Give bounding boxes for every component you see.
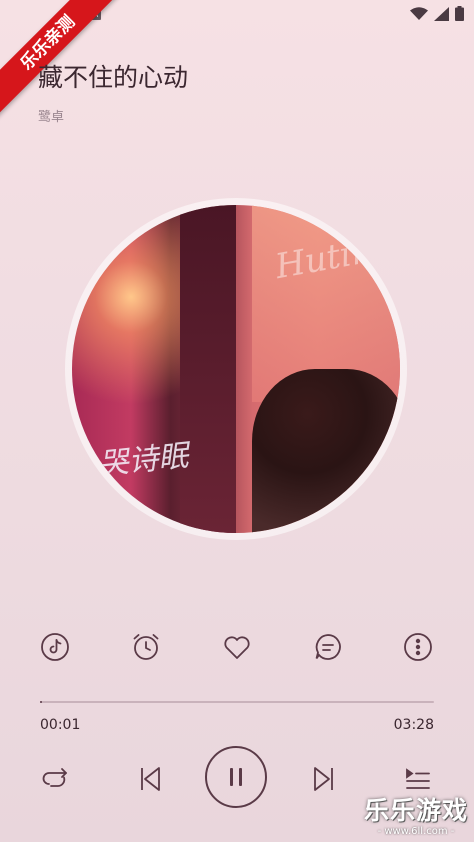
- song-title: 藏不住的心动: [38, 63, 189, 92]
- repeat-button[interactable]: [36, 759, 76, 799]
- album-art[interactable]: Hutim 哭诗眠: [72, 205, 400, 533]
- signal-icon: [434, 6, 449, 25]
- watermark: 乐乐游戏 - www.6ll.com -: [358, 790, 474, 842]
- elapsed-time: 00:01: [40, 717, 81, 733]
- like-button[interactable]: [217, 627, 257, 667]
- alarm-button[interactable]: [126, 627, 166, 667]
- song-artist[interactable]: 鹭卓: [38, 106, 64, 125]
- total-time: 03:28: [393, 717, 434, 733]
- next-icon: [314, 767, 333, 791]
- more-icon: [404, 633, 432, 661]
- repeat-icon: [42, 768, 67, 787]
- watermark-title: 乐乐游戏: [363, 796, 468, 825]
- alarm-icon: [133, 634, 159, 660]
- previous-button[interactable]: [130, 759, 170, 799]
- pause-icon: [230, 768, 242, 786]
- watermark-url: - www.6ll.com -: [377, 826, 455, 837]
- album-art-figures: [252, 369, 400, 533]
- album-art-pillar: [180, 205, 236, 533]
- comment-icon: [315, 634, 341, 660]
- album-art-text: 哭诗眠: [97, 437, 191, 483]
- comment-button[interactable]: [308, 627, 348, 667]
- pause-button[interactable]: [205, 746, 267, 808]
- status-icons: [410, 6, 464, 25]
- tiktok-icon: [41, 633, 69, 661]
- progress-fill: [40, 701, 43, 703]
- wifi-icon: [410, 6, 428, 25]
- battery-icon: [455, 6, 464, 25]
- next-button[interactable]: [304, 759, 344, 799]
- progress-bar[interactable]: [40, 701, 434, 703]
- heart-icon: [224, 636, 250, 659]
- tiktok-button[interactable]: [35, 627, 75, 667]
- previous-icon: [141, 767, 160, 791]
- more-button[interactable]: [398, 627, 438, 667]
